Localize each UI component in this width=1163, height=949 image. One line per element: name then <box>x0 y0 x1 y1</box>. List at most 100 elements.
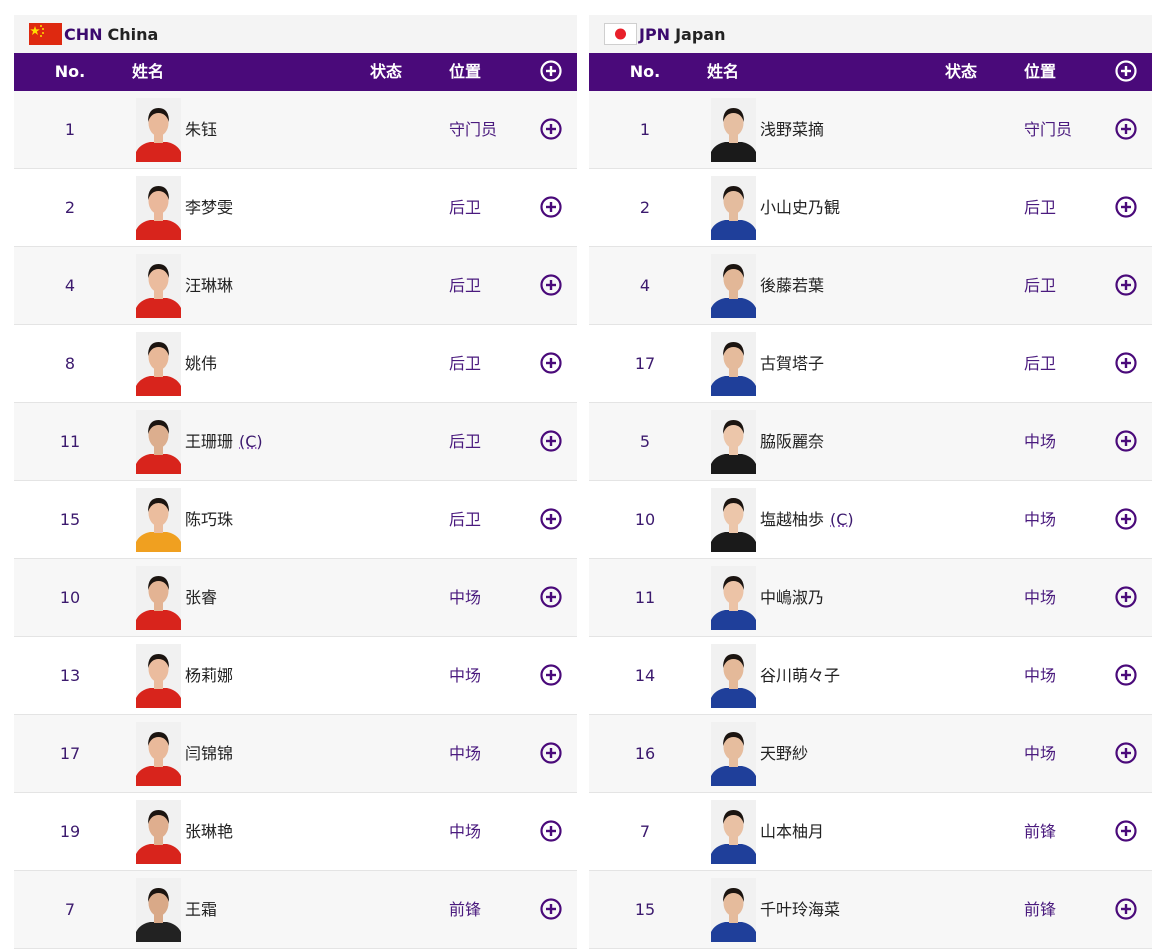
expand-player-button[interactable] <box>540 430 562 452</box>
player-photo[interactable] <box>136 566 181 630</box>
player-position: 守门员 <box>449 91 497 169</box>
expand-player-button[interactable] <box>1115 430 1137 452</box>
expand-player-button[interactable] <box>540 118 562 140</box>
player-name[interactable]: 後藤若葉 <box>760 247 824 325</box>
expand-player-button[interactable] <box>540 352 562 374</box>
player-name[interactable]: 李梦雯 <box>185 169 233 247</box>
player-name[interactable]: 朱钰 <box>185 91 217 169</box>
player-name-text[interactable]: 闫锦锦 <box>185 744 233 763</box>
player-photo[interactable] <box>711 332 756 396</box>
player-name[interactable]: 张睿 <box>185 559 217 637</box>
column-header-status: 状态 <box>370 53 402 91</box>
player-photo[interactable] <box>136 722 181 786</box>
player-photo-icon <box>136 878 181 942</box>
player-photo[interactable] <box>711 488 756 552</box>
player-name[interactable]: 姚伟 <box>185 325 217 403</box>
player-photo[interactable] <box>711 800 756 864</box>
expand-player-button[interactable] <box>1115 118 1137 140</box>
player-photo[interactable] <box>136 98 181 162</box>
expand-player-button[interactable] <box>540 508 562 530</box>
player-name-text[interactable]: 汪琳琳 <box>185 276 233 295</box>
player-name[interactable]: 杨莉娜 <box>185 637 233 715</box>
player-name-text[interactable]: 李梦雯 <box>185 198 233 217</box>
player-photo[interactable] <box>136 176 181 240</box>
expand-player-button[interactable] <box>540 196 562 218</box>
player-photo[interactable] <box>711 410 756 474</box>
player-name-text[interactable]: 王霜 <box>185 900 217 919</box>
player-name[interactable]: 汪琳琳 <box>185 247 233 325</box>
player-photo[interactable] <box>136 800 181 864</box>
player-name-text[interactable]: 姚伟 <box>185 354 217 373</box>
player-photo[interactable] <box>711 644 756 708</box>
player-name[interactable]: 张琳艳 <box>185 793 233 871</box>
expand-all-button[interactable] <box>540 60 562 82</box>
player-name-text[interactable]: 朱钰 <box>185 120 217 139</box>
player-name-text[interactable]: 小山史乃観 <box>760 198 840 217</box>
expand-player-button[interactable] <box>540 820 562 842</box>
player-name[interactable]: 闫锦锦 <box>185 715 233 793</box>
expand-player-button[interactable] <box>540 586 562 608</box>
player-photo[interactable] <box>711 722 756 786</box>
player-photo[interactable] <box>136 644 181 708</box>
player-photo[interactable] <box>711 176 756 240</box>
column-header-name: 姓名 <box>707 53 739 91</box>
player-photo[interactable] <box>711 98 756 162</box>
player-name-text[interactable]: 山本柚月 <box>760 822 824 841</box>
expand-player-button[interactable] <box>1115 742 1137 764</box>
player-position: 前锋 <box>1024 871 1056 949</box>
player-photo[interactable] <box>136 254 181 318</box>
player-name[interactable]: 山本柚月 <box>760 793 824 871</box>
player-name[interactable]: 千叶玲海菜 <box>760 871 840 949</box>
expand-player-button[interactable] <box>1115 352 1137 374</box>
expand-player-button[interactable] <box>1115 586 1137 608</box>
player-name[interactable]: 王珊珊 (C) <box>185 403 263 481</box>
player-photo[interactable] <box>711 878 756 942</box>
player-list: 1 浅野菜摘 守门员 2 小山史乃観 后卫 4 後藤若葉 后卫 17 古賀塔子 后卫 5 脇阪麗奈 中场 10… <box>589 91 1152 949</box>
expand-player-button[interactable] <box>1115 664 1137 686</box>
expand-player-button[interactable] <box>540 274 562 296</box>
player-photo[interactable] <box>136 878 181 942</box>
expand-player-button[interactable] <box>1115 508 1137 530</box>
player-name-text[interactable]: 谷川萌々子 <box>760 666 840 685</box>
player-name-text[interactable]: 塩越柚歩 <box>760 510 824 529</box>
player-name[interactable]: 中嶋淑乃 <box>760 559 824 637</box>
expand-all-button[interactable] <box>1115 60 1137 82</box>
player-name-text[interactable]: 张琳艳 <box>185 822 233 841</box>
team-panel-china: CHN China No. 姓名 状态 位置 1 朱钰 守门员 2 李梦雯 后卫 4 汪琳琳后… <box>14 15 577 949</box>
player-photo[interactable] <box>136 488 181 552</box>
player-name[interactable]: 浅野菜摘 <box>760 91 824 169</box>
player-name-text[interactable]: 杨莉娜 <box>185 666 233 685</box>
expand-player-button[interactable] <box>1115 820 1137 842</box>
player-name-text[interactable]: 张睿 <box>185 588 217 607</box>
player-name[interactable]: 谷川萌々子 <box>760 637 840 715</box>
player-name[interactable]: 塩越柚歩 (C) <box>760 481 854 559</box>
expand-player-button[interactable] <box>1115 274 1137 296</box>
player-name-text[interactable]: 千叶玲海菜 <box>760 900 840 919</box>
player-name[interactable]: 脇阪麗奈 <box>760 403 824 481</box>
player-name-text[interactable]: 後藤若葉 <box>760 276 824 295</box>
expand-player-button[interactable] <box>540 742 562 764</box>
expand-player-button[interactable] <box>540 898 562 920</box>
player-name[interactable]: 王霜 <box>185 871 217 949</box>
expand-player-button[interactable] <box>1115 196 1137 218</box>
player-number: 1 <box>589 91 701 169</box>
expand-player-button[interactable] <box>540 664 562 686</box>
player-name-text[interactable]: 浅野菜摘 <box>760 120 824 139</box>
player-photo[interactable] <box>136 410 181 474</box>
player-name-text[interactable]: 中嶋淑乃 <box>760 588 824 607</box>
player-name[interactable]: 古賀塔子 <box>760 325 824 403</box>
player-number: 15 <box>14 481 126 559</box>
player-name-text[interactable]: 古賀塔子 <box>760 354 824 373</box>
player-name-text[interactable]: 陈巧珠 <box>185 510 233 529</box>
player-name-text[interactable]: 天野紗 <box>760 744 808 763</box>
expand-player-button[interactable] <box>1115 898 1137 920</box>
player-name[interactable]: 小山史乃観 <box>760 169 840 247</box>
player-photo[interactable] <box>711 566 756 630</box>
plus-circle-icon <box>1115 664 1137 686</box>
player-name-text[interactable]: 王珊珊 <box>185 432 233 451</box>
player-name-text[interactable]: 脇阪麗奈 <box>760 432 824 451</box>
player-photo[interactable] <box>136 332 181 396</box>
player-photo[interactable] <box>711 254 756 318</box>
player-name[interactable]: 陈巧珠 <box>185 481 233 559</box>
player-name[interactable]: 天野紗 <box>760 715 808 793</box>
